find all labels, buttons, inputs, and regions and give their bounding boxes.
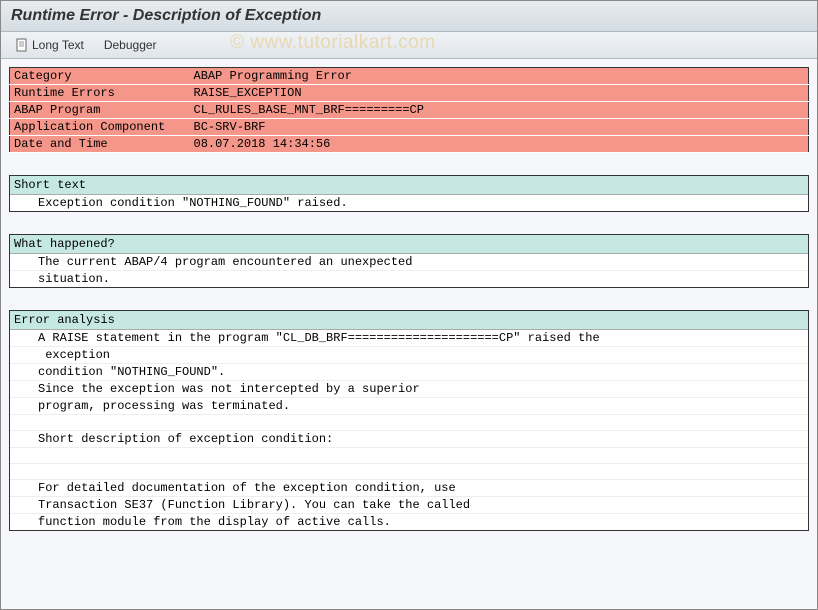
meta-label: ABAP Program (10, 102, 190, 119)
text-line: function module from the display of acti… (10, 514, 808, 530)
table-row: Date and Time 08.07.2018 14:34:56 (10, 136, 809, 153)
meta-label: Category (10, 68, 190, 85)
text-line: Since the exception was not intercepted … (10, 381, 808, 398)
text-line (10, 464, 808, 480)
section-header: What happened? (10, 235, 808, 254)
text-line: For detailed documentation of the except… (10, 480, 808, 497)
text-line: A RAISE statement in the program "CL_DB_… (10, 330, 808, 347)
table-row: Application Component BC-SRV-BRF (10, 119, 809, 136)
table-row: ABAP Program CL_RULES_BASE_MNT_BRF======… (10, 102, 809, 119)
meta-value: ABAP Programming Error (190, 68, 809, 85)
section-body: A RAISE statement in the program "CL_DB_… (10, 330, 808, 530)
document-icon (15, 38, 29, 52)
section-body: Exception condition "NOTHING_FOUND" rais… (10, 195, 808, 211)
text-line: exception (10, 347, 808, 364)
section-body: The current ABAP/4 program encountered a… (10, 254, 808, 287)
error-analysis-section: Error analysis A RAISE statement in the … (9, 310, 809, 531)
long-text-label: Long Text (32, 38, 84, 52)
debugger-button[interactable]: Debugger (98, 36, 163, 54)
text-line: condition "NOTHING_FOUND". (10, 364, 808, 381)
meta-value: 08.07.2018 14:34:56 (190, 136, 809, 153)
text-line: program, processing was terminated. (10, 398, 808, 415)
meta-table: Category ABAP Programming Error Runtime … (9, 67, 809, 153)
page-title: Runtime Error - Description of Exception (11, 7, 321, 24)
table-row: Category ABAP Programming Error (10, 68, 809, 85)
short-text-section: Short text Exception condition "NOTHING_… (9, 175, 809, 212)
toolbar: Long Text Debugger (1, 32, 817, 59)
titlebar: Runtime Error - Description of Exception (1, 1, 817, 32)
meta-value: CL_RULES_BASE_MNT_BRF=========CP (190, 102, 809, 119)
debugger-label: Debugger (104, 38, 157, 52)
section-header: Short text (10, 176, 808, 195)
section-header: Error analysis (10, 311, 808, 330)
text-line: Transaction SE37 (Function Library). You… (10, 497, 808, 514)
what-happened-section: What happened? The current ABAP/4 progra… (9, 234, 809, 288)
table-row: Runtime Errors RAISE_EXCEPTION (10, 85, 809, 102)
long-text-button[interactable]: Long Text (9, 36, 90, 54)
text-line (10, 415, 808, 431)
text-line: situation. (10, 271, 808, 287)
text-line: Exception condition "NOTHING_FOUND" rais… (10, 195, 808, 211)
meta-label: Date and Time (10, 136, 190, 153)
text-line (10, 448, 808, 464)
text-line: Short description of exception condition… (10, 431, 808, 448)
meta-label: Application Component (10, 119, 190, 136)
content-area: Category ABAP Programming Error Runtime … (1, 59, 817, 539)
meta-value: BC-SRV-BRF (190, 119, 809, 136)
meta-value: RAISE_EXCEPTION (190, 85, 809, 102)
meta-label: Runtime Errors (10, 85, 190, 102)
text-line: The current ABAP/4 program encountered a… (10, 254, 808, 271)
